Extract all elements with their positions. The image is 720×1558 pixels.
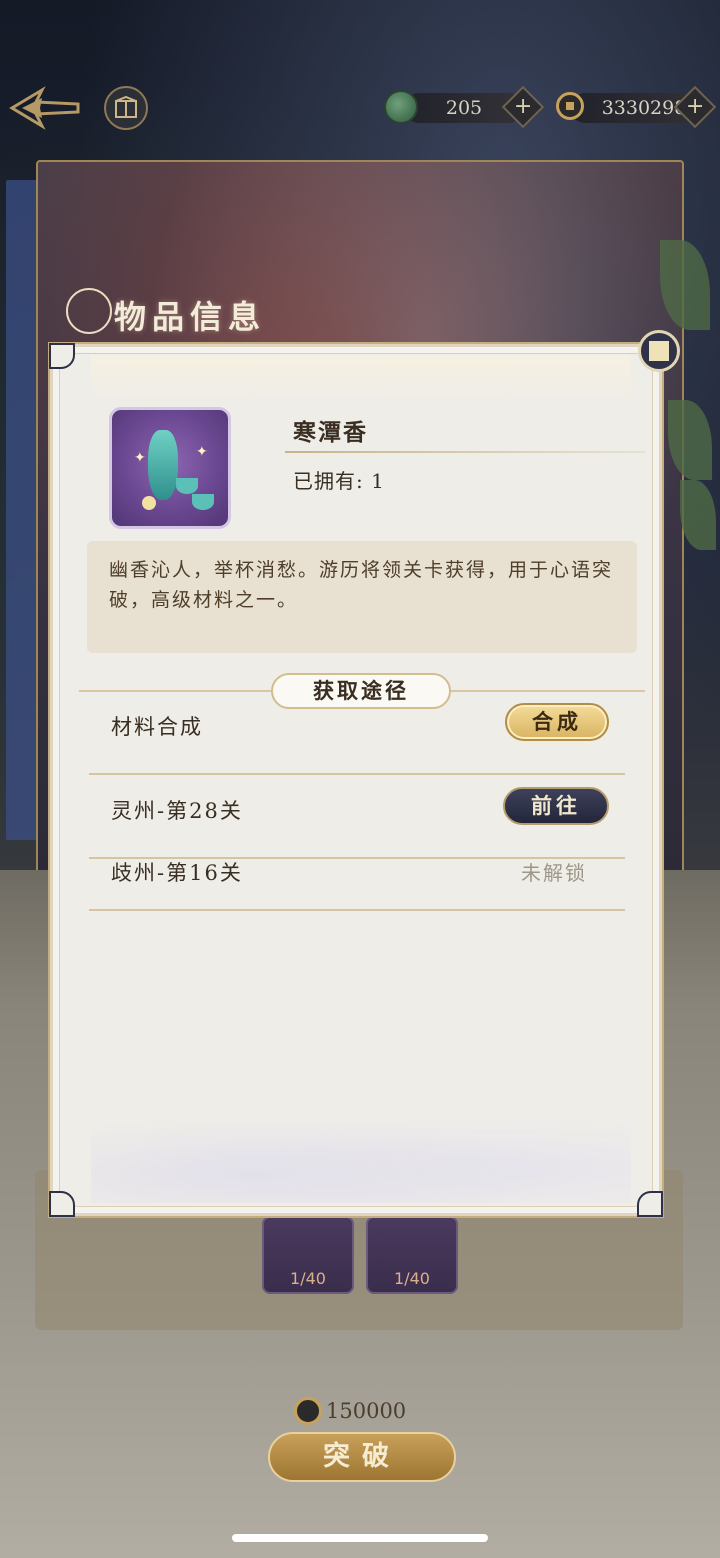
locked-status: 未解锁 [521, 861, 587, 885]
item-description: 幽香沁人，举杯消愁。游历将领关卡获得，用于心语突破，高级材料之一。 [87, 541, 637, 653]
plus-icon: + [685, 94, 705, 119]
breakthrough-button[interactable]: 突破 [268, 1432, 456, 1482]
tea-stamina-icon [384, 90, 418, 124]
sparkle-icon: ✦ [134, 450, 146, 466]
item-owned: 已拥有: 1 [293, 465, 385, 494]
close-button[interactable] [638, 330, 680, 372]
cost-value: 150000 [326, 1399, 407, 1423]
synthesize-button[interactable]: 合成 [505, 703, 609, 741]
modal-top-band [91, 355, 631, 403]
item-name: 寒潭香 [293, 419, 368, 446]
coin-icon [294, 1397, 322, 1425]
shop-button[interactable] [104, 86, 148, 130]
source-name: 歧州-第16关 [111, 861, 243, 885]
back-button[interactable] [8, 86, 82, 132]
breakthrough-cost: 150000 [294, 1396, 406, 1426]
back-arrow-icon [9, 86, 80, 130]
source-row-stage: 歧州-第16关 未解锁 [89, 843, 625, 911]
owned-count: 1 [371, 469, 385, 493]
material-slot[interactable]: 1/40 [262, 1216, 354, 1294]
material-count: 1/40 [394, 1269, 430, 1288]
item-icon-frame: ✦ ✦ [109, 407, 231, 529]
plus-icon: + [513, 94, 533, 119]
item-info-modal: ✦ ✦ 寒潭香 已拥有: 1 幽香沁人，举杯消愁。游历将领关卡获得，用于心语突破… [49, 343, 663, 1217]
cloud-decoration [91, 1107, 631, 1203]
flower-icon [142, 496, 156, 510]
material-count: 1/40 [290, 1269, 326, 1288]
owned-separator: : [356, 469, 372, 493]
modal-header: 物品信息 [62, 286, 482, 342]
source-name: 灵州-第28关 [111, 799, 243, 823]
coin-icon [556, 92, 584, 120]
modal-title: 物品信息 [114, 298, 267, 336]
coin-value: 3330298 [601, 97, 687, 119]
owned-label: 已拥有 [293, 469, 356, 493]
cup-icon [176, 478, 198, 494]
title-emblem-icon [66, 288, 112, 334]
sparkle-icon: ✦ [196, 444, 208, 460]
home-indicator[interactable] [232, 1534, 488, 1542]
corner-ornament [49, 343, 75, 369]
source-name: 材料合成 [111, 715, 203, 739]
source-row-synthesis: 材料合成 合成 [89, 691, 625, 775]
shop-icon [115, 95, 137, 118]
corner-ornament [49, 1191, 75, 1217]
wine-bottle-icon [148, 430, 178, 500]
corner-ornament [637, 1191, 663, 1217]
stamina-value: 205 [445, 97, 483, 119]
divider [285, 451, 645, 453]
cup-icon [192, 494, 214, 510]
material-slot[interactable]: 1/40 [366, 1216, 458, 1294]
top-bar: 205 + 3330298 + [0, 80, 720, 140]
goto-button[interactable]: 前往 [503, 787, 609, 825]
